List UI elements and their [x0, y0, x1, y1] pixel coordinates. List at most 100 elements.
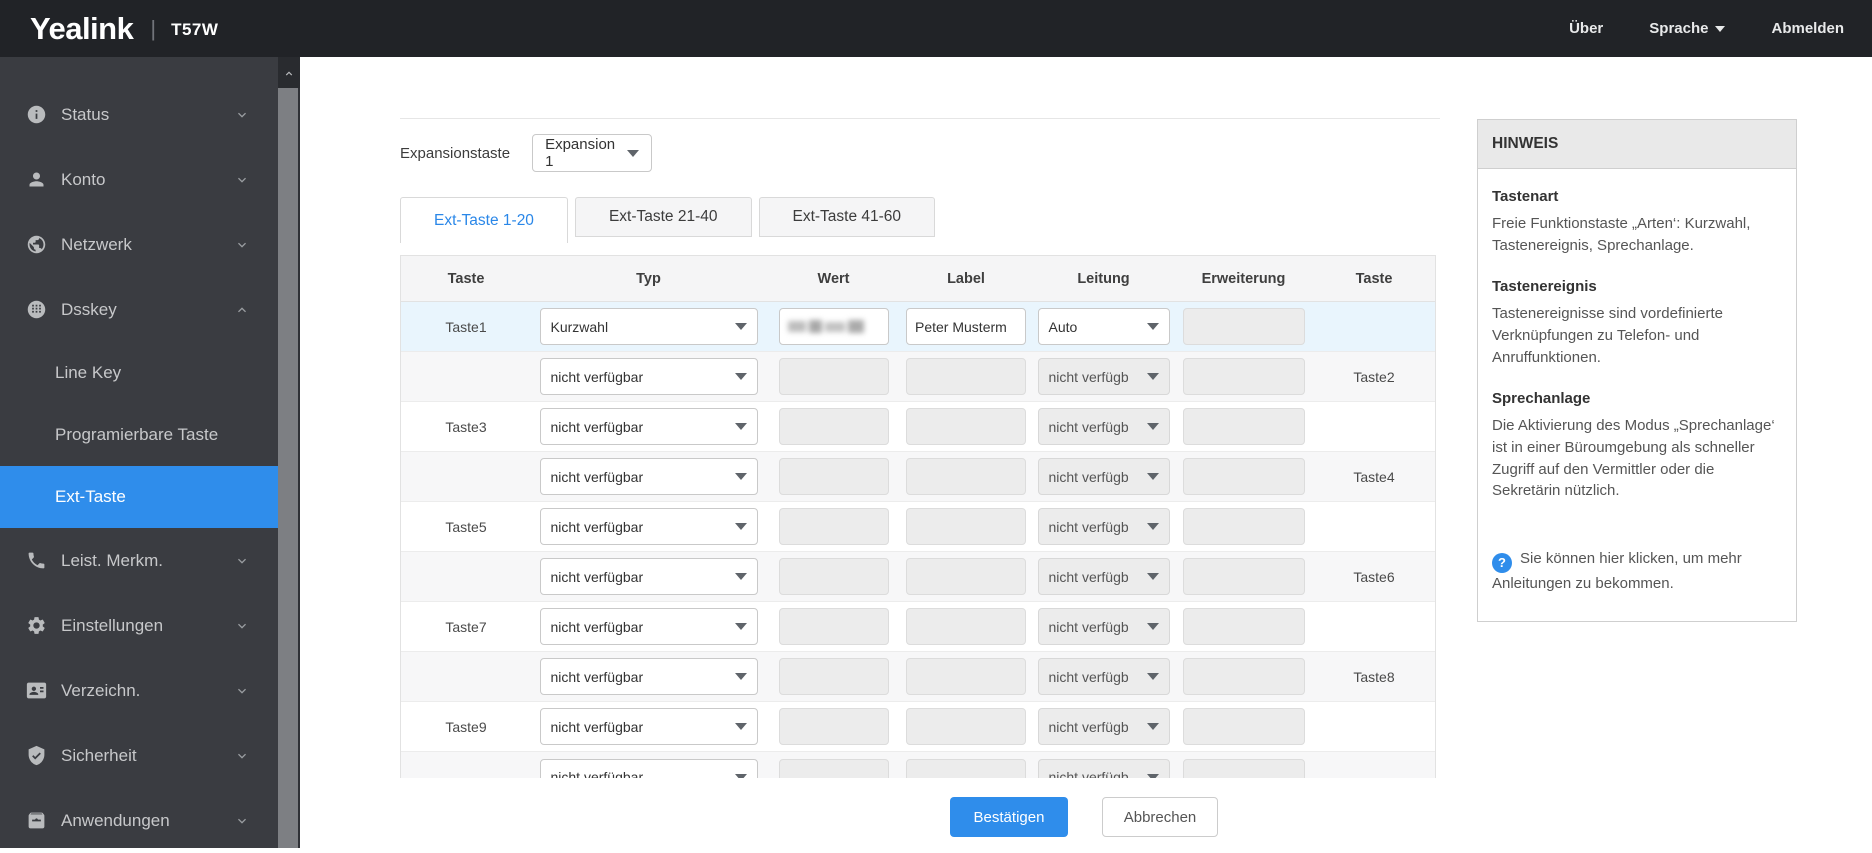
wert-input [778, 558, 889, 595]
leitung-select-value: Auto [1048, 318, 1078, 335]
typ-select[interactable]: nicht verfügbar [539, 608, 758, 645]
erweiterung-input [1182, 308, 1305, 345]
sidebar-subitem-programierbare-taste[interactable]: Programierbare Taste [0, 404, 278, 466]
confirm-button[interactable]: Bestätigen [950, 797, 1068, 837]
typ-select[interactable]: nicht verfügbar [539, 508, 758, 545]
language-menu[interactable]: Sprache [1649, 20, 1726, 37]
about-link[interactable]: Über [1569, 20, 1603, 37]
sidebar-item-status[interactable]: Status [0, 82, 278, 147]
typ-select-value: nicht verfügbar [550, 618, 644, 635]
table-row: Taste5 nicht verfügbar nicht verfügb [401, 502, 1435, 552]
wert-input [778, 608, 889, 645]
sidebar-subitem-ext-taste[interactable]: Ext-Taste [0, 466, 278, 528]
sidebar-item-label: Dsskey [61, 299, 117, 319]
typ-select-value: nicht verfügbar [550, 518, 644, 535]
tab-label: Ext-Taste 1-20 [434, 211, 534, 229]
help-link-row[interactable]: ? Sie können hier klicken, um mehr Anleit… [1492, 548, 1781, 595]
col-header-wert: Wert [817, 270, 850, 287]
sidebar-item-leist-merkm[interactable]: Leist. Merkm. [0, 528, 278, 593]
chevron-down-icon [234, 618, 250, 634]
erweiterung-input [1182, 458, 1305, 495]
key-name-right: Taste8 [1353, 668, 1395, 685]
chevron-down-icon [1146, 523, 1159, 530]
sidebar-item-netzwerk[interactable]: Netzwerk [0, 212, 278, 277]
label-input [906, 658, 1026, 695]
yealink-logo: Yealink [30, 10, 134, 46]
chevron-down-icon [234, 553, 250, 569]
leitung-select-value: nicht verfügb [1048, 468, 1129, 485]
scrollbar-thumb[interactable] [278, 88, 298, 848]
sidebar-item-dsskey[interactable]: Dsskey [0, 277, 278, 342]
label-input-value: Peter Musterm [915, 318, 1007, 335]
leitung-select[interactable]: Auto [1037, 308, 1170, 345]
user-icon [26, 169, 47, 190]
typ-select[interactable]: nicht verfügbar [539, 558, 758, 595]
chevron-down-icon [734, 623, 747, 630]
key-name-left: Taste9 [445, 718, 487, 735]
header-divider [400, 118, 1440, 119]
sidebar-item-sicherheit[interactable]: Sicherheit [0, 723, 278, 788]
sidebar-subitem-line-key[interactable]: Line Key [0, 342, 278, 404]
expansion-select[interactable]: Expansion 1 [532, 134, 653, 172]
wert-input-redacted[interactable] [778, 308, 889, 345]
wert-input [778, 708, 889, 745]
tab-label: Ext-Taste 21-40 [608, 208, 718, 225]
chevron-down-icon [234, 172, 250, 188]
content-scrollbar[interactable] [278, 57, 300, 848]
chevron-down-icon [1146, 473, 1159, 480]
key-name-left: Taste1 [445, 318, 487, 335]
model-label: T57W [171, 20, 219, 39]
typ-select[interactable]: nicht verfügbar [539, 758, 758, 778]
sidebar-item-einstellungen[interactable]: Einstellungen [0, 593, 278, 658]
hint-section-text: Freie Funktionstaste „Arten‘: Kurzwahl, … [1492, 214, 1751, 254]
tab-ext-taste-41-60[interactable]: Ext-Taste 41-60 [758, 197, 936, 237]
question-icon: ? [1492, 553, 1512, 574]
chevron-down-icon [1715, 25, 1726, 32]
typ-select[interactable]: nicht verfügbar [539, 708, 758, 745]
hint-panel: HINWEIS Tastenart Freie Funktionstaste „… [1477, 119, 1797, 623]
tab-ext-taste-1-20[interactable]: Ext-Taste 1-20 [400, 197, 568, 243]
hint-section-heading: Tastenereignis [1492, 278, 1597, 296]
scroll-up-button[interactable] [278, 57, 300, 88]
key-name-right: Taste2 [1353, 368, 1395, 385]
erweiterung-input [1182, 358, 1305, 395]
typ-select[interactable]: nicht verfügbar [539, 658, 758, 695]
chevron-down-icon [234, 107, 250, 123]
footer-actions: Bestätigen Abbrechen [300, 778, 1872, 848]
help-link-text: Sie können hier klicken, um mehr Anleitu… [1492, 550, 1742, 593]
sidebar-subitem-label: Programierbare Taste [55, 425, 219, 444]
table-body: Taste1 Kurzwahl Peter Musterm Auto nicht… [401, 302, 1435, 778]
label-input[interactable]: Peter Musterm [906, 308, 1026, 345]
leitung-select: nicht verfügb [1037, 508, 1170, 545]
sidebar-item-verzeichn[interactable]: Verzeichn. [0, 658, 278, 723]
leitung-select-value: nicht verfügb [1048, 618, 1129, 635]
sidebar-nav: Status Konto Netzwerk Dsskey Line Key Pr… [0, 57, 278, 848]
col-header-taste: Taste [447, 270, 485, 287]
contacts-icon [26, 680, 47, 701]
typ-select[interactable]: nicht verfügbar [539, 358, 758, 395]
chevron-down-icon [734, 723, 747, 730]
key-name-left: Taste5 [445, 518, 487, 535]
col-header-typ: Typ [636, 270, 661, 287]
tab-ext-taste-21-40[interactable]: Ext-Taste 21-40 [574, 197, 752, 237]
leitung-select-value: nicht verfügb [1048, 418, 1129, 435]
typ-select[interactable]: Kurzwahl [539, 308, 758, 345]
sidebar-subitem-label: Ext-Taste [55, 487, 126, 506]
typ-select-value: nicht verfügbar [550, 668, 644, 685]
erweiterung-input [1182, 408, 1305, 445]
chevron-up-icon [234, 302, 250, 318]
sidebar-item-label: Einstellungen [61, 615, 164, 635]
sidebar-item-anwendungen[interactable]: Anwendungen [0, 788, 278, 853]
leitung-select-value: nicht verfügb [1048, 769, 1129, 778]
sidebar-item-konto[interactable]: Konto [0, 147, 278, 212]
typ-select[interactable]: nicht verfügbar [539, 408, 758, 445]
table-row: Taste7 nicht verfügbar nicht verfügb [401, 602, 1435, 652]
leitung-select: nicht verfügb [1037, 758, 1170, 778]
erweiterung-input [1182, 758, 1305, 778]
cancel-button[interactable]: Abbrechen [1102, 797, 1218, 837]
typ-select-value: nicht verfügbar [550, 718, 644, 735]
logout-link[interactable]: Abmelden [1771, 20, 1844, 37]
table-row: Taste9 nicht verfügbar nicht verfügb [401, 702, 1435, 752]
typ-select[interactable]: nicht verfügbar [539, 458, 758, 495]
wert-input [778, 508, 889, 545]
